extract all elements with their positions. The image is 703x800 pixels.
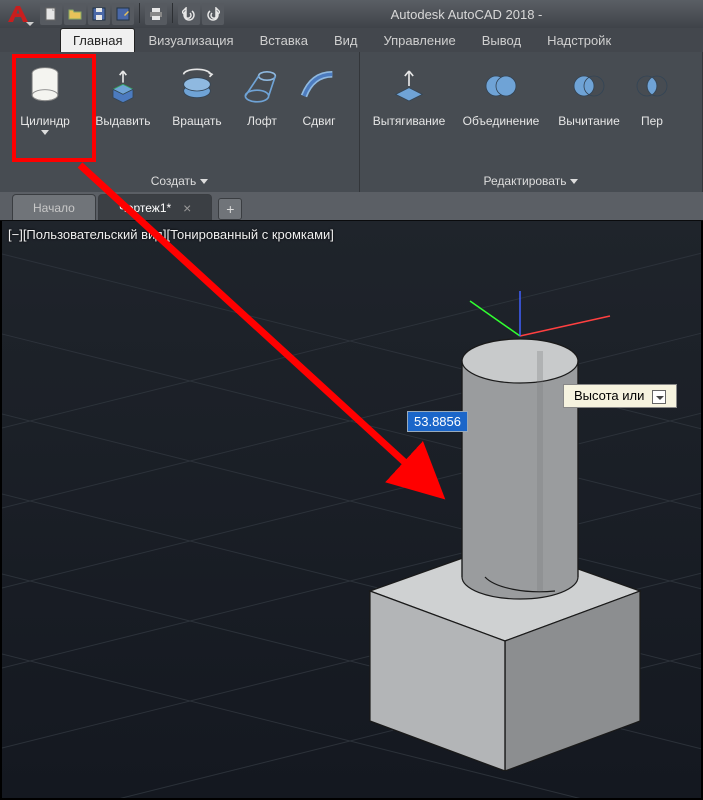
ribbon-tab-addins[interactable]: Надстройк <box>534 28 624 52</box>
ribbon-tab-view[interactable]: Вид <box>321 28 371 52</box>
revolve-icon <box>173 62 221 110</box>
subtract-icon <box>565 62 613 110</box>
print-icon <box>149 7 163 21</box>
dropdown-indicator-icon[interactable] <box>652 390 666 404</box>
new-file-icon <box>44 7 58 21</box>
save-as-icon <box>116 7 130 21</box>
tool-intersect-label: Пер <box>641 114 663 128</box>
ribbon: Цилиндр Выдавить Вращать <box>0 52 703 192</box>
autocad-logo-icon <box>6 4 30 24</box>
tool-extrude[interactable]: Выдавить <box>86 56 160 166</box>
extrude-icon <box>99 62 147 110</box>
document-tab-bar: Начало Чертеж1*× + <box>0 192 703 220</box>
cylinder-icon <box>21 62 69 110</box>
sweep-icon <box>295 62 343 110</box>
tool-intersect[interactable]: Пер <box>630 56 674 166</box>
tool-presspull-label: Вытягивание <box>373 114 446 128</box>
undo-icon <box>182 7 196 21</box>
tool-sweep-label: Сдвиг <box>302 114 335 128</box>
qat-save-button[interactable] <box>88 3 110 25</box>
tool-revolve-label: Вращать <box>172 114 221 128</box>
ribbon-tab-output[interactable]: Вывод <box>469 28 534 52</box>
tool-presspull[interactable]: Вытягивание <box>364 56 454 166</box>
plus-icon: + <box>226 201 234 217</box>
window-title: Autodesk AutoCAD 2018 - <box>230 7 703 22</box>
viewport[interactable]: [−][Пользовательский вид][Тонированный с… <box>0 220 703 800</box>
ribbon-tab-visualize[interactable]: Визуализация <box>135 28 246 52</box>
tool-union[interactable]: Объединение <box>454 56 548 166</box>
ribbon-tab-manage[interactable]: Управление <box>370 28 468 52</box>
panel-create: Цилиндр Выдавить Вращать <box>0 52 360 192</box>
panel-edit: Вытягивание Объединение Вычитание <box>360 52 703 192</box>
model-3d <box>330 291 670 771</box>
quick-access-toolbar <box>36 3 230 25</box>
title-bar: Autodesk AutoCAD 2018 - <box>0 0 703 28</box>
tool-cylinder-label: Цилиндр <box>20 114 70 128</box>
chevron-down-icon <box>26 22 34 26</box>
panel-edit-title[interactable]: Редактировать <box>360 170 702 192</box>
qat-redo-button[interactable] <box>202 3 224 25</box>
command-tooltip: Высота или <box>563 384 677 408</box>
qat-print-button[interactable] <box>145 3 167 25</box>
chevron-down-icon <box>200 179 208 184</box>
tool-loft[interactable]: Лофт <box>234 56 290 166</box>
qat-open-button[interactable] <box>64 3 86 25</box>
ribbon-tab-strip: Главная Визуализация Вставка Вид Управле… <box>0 28 703 52</box>
ribbon-tab-home[interactable]: Главная <box>60 28 135 52</box>
panel-create-title[interactable]: Создать <box>0 170 359 192</box>
save-icon <box>92 7 106 21</box>
viewport-label[interactable]: [−][Пользовательский вид][Тонированный с… <box>8 227 334 242</box>
tool-subtract[interactable]: Вычитание <box>548 56 630 166</box>
doc-tab-start[interactable]: Начало <box>12 194 96 220</box>
qat-new-button[interactable] <box>40 3 62 25</box>
tool-loft-label: Лофт <box>247 114 277 128</box>
qat-saveas-button[interactable] <box>112 3 134 25</box>
union-icon <box>477 62 525 110</box>
app-logo-button[interactable] <box>0 0 36 28</box>
tool-subtract-label: Вычитание <box>558 114 620 128</box>
tool-extrude-label: Выдавить <box>95 114 150 128</box>
close-icon[interactable]: × <box>183 200 191 216</box>
redo-icon <box>206 7 220 21</box>
tool-union-label: Объединение <box>463 114 540 128</box>
tool-cylinder[interactable]: Цилиндр <box>4 56 86 166</box>
ribbon-tab-insert[interactable]: Вставка <box>247 28 321 52</box>
presspull-icon <box>385 62 433 110</box>
dynamic-input-value[interactable]: 53.8856 <box>407 411 468 432</box>
doc-tab-drawing1[interactable]: Чертеж1*× <box>98 194 213 220</box>
open-folder-icon <box>68 7 82 21</box>
qat-undo-button[interactable] <box>178 3 200 25</box>
chevron-down-icon <box>41 130 49 135</box>
loft-icon <box>238 62 286 110</box>
chevron-down-icon <box>570 179 578 184</box>
tool-sweep[interactable]: Сдвиг <box>290 56 348 166</box>
tool-revolve[interactable]: Вращать <box>160 56 234 166</box>
intersect-icon <box>628 62 676 110</box>
add-tab-button[interactable]: + <box>218 198 242 220</box>
